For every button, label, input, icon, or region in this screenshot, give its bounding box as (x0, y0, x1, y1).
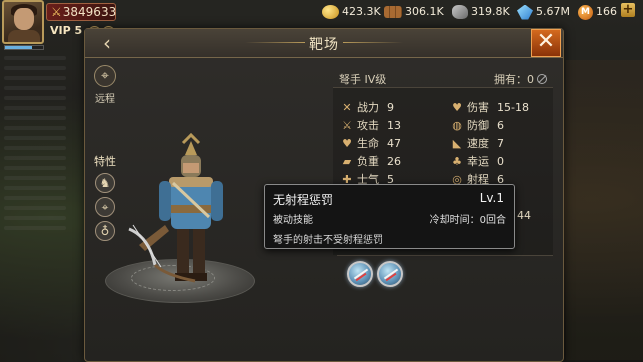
damage-heart-icon: ♥ (452, 101, 462, 114)
owned-count: 拥有：0 (494, 71, 547, 87)
stat-load: ▰ 负重 26 (341, 153, 401, 171)
skills-divider (337, 255, 553, 256)
tooltip-skill-type: 被动技能 (273, 215, 313, 226)
crystal-resource[interactable]: 5.67M (517, 3, 570, 21)
hidden-stat-value: 44 (517, 209, 531, 222)
category-rail: ⌖ 远程 特性 ♞ ⌖ ♁ (89, 63, 121, 353)
tooltip-cooldown: 冷却时间：0回合 (429, 215, 506, 226)
skill-tooltip: 无射程惩罚 Lv.1 被动技能 冷却时间：0回合 弩手的射击不受射程惩罚 (264, 184, 515, 249)
unit-type-label: 远程 (95, 94, 115, 105)
crystal-value: 5.67M (536, 5, 570, 18)
unit-name: 弩手 IV级 (339, 73, 387, 86)
panel-header: ‹ 靶场 ✕ (85, 29, 563, 58)
no-entry-icon (537, 74, 547, 84)
trait-potion-icon[interactable]: ♁ (95, 221, 115, 241)
load-icon: ▰ (342, 155, 352, 168)
gem-resource[interactable]: M 166 (578, 3, 617, 21)
crossed-swords-icon: ✕ (342, 101, 352, 114)
exp-bar (4, 45, 44, 50)
heart-icon: ♥ (342, 137, 352, 150)
vip-level[interactable]: VIP 5 (50, 24, 82, 37)
recharge-plus-button[interactable]: + (621, 3, 635, 17)
stat-defense: ◍ 防御 6 (451, 117, 504, 135)
power-value: 3849633 (62, 5, 117, 19)
top-hud: ⚔3849633 VIP 5 423.3K 306.1K 319.8K 5.67… (0, 0, 643, 50)
skill-piercing-shot-icon[interactable] (377, 261, 403, 287)
gem-icon: M (578, 4, 593, 20)
stone-value: 319.8K (471, 5, 510, 18)
trait-range-icon[interactable]: ⌖ (95, 197, 115, 217)
wood-value: 306.1K (405, 5, 444, 18)
stat-luck: ♣ 幸运 0 (451, 153, 504, 171)
crosshair-icon: ⌖ (94, 65, 116, 87)
tooltip-description: 弩手的射击不受射程惩罚 (273, 235, 383, 246)
stat-speed: ◣ 速度 7 (451, 135, 504, 153)
unit-type-indicator: ⌖ 远程 (89, 63, 121, 125)
stat-damage: ♥ 伤害 15-18 (451, 99, 529, 117)
crossbowman-figure (128, 132, 223, 283)
crystal-icon (517, 4, 533, 20)
shield-icon: ◍ (452, 119, 462, 132)
title-ornament (343, 42, 403, 43)
trait-mount-icon[interactable]: ♞ (95, 173, 115, 193)
player-avatar[interactable] (2, 0, 44, 44)
stone-icon (452, 5, 468, 19)
power-display: ⚔3849633 (46, 3, 116, 21)
sword-icon: ⚔ (342, 119, 352, 132)
wood-resource[interactable]: 306.1K (384, 3, 444, 21)
sword-icon: ⚔ (51, 5, 62, 19)
tooltip-title: 无射程惩罚 (273, 193, 334, 207)
trait-label: 特性 (94, 155, 116, 168)
stat-power: ✕ 战力 9 (341, 99, 394, 117)
stat-attack: ⚔ 攻击 13 (341, 117, 401, 135)
skill-no-range-penalty-icon[interactable] (347, 261, 373, 287)
stat-health: ♥ 生命 47 (341, 135, 401, 153)
clover-icon: ♣ (452, 155, 462, 168)
gem-value: 166 (596, 5, 617, 18)
boot-icon: ◣ (452, 137, 462, 150)
stone-resource[interactable]: 319.8K (452, 3, 510, 21)
close-button[interactable]: ✕ (531, 29, 561, 57)
gold-coin-icon (322, 5, 339, 19)
owned-label: 拥有：0 (494, 73, 534, 86)
wood-icon (384, 6, 402, 18)
panel-title: 靶场 (309, 37, 339, 53)
gold-resource[interactable]: 423.3K (322, 3, 381, 21)
gold-value: 423.3K (342, 5, 381, 18)
tooltip-level: Lv.1 (479, 191, 504, 205)
